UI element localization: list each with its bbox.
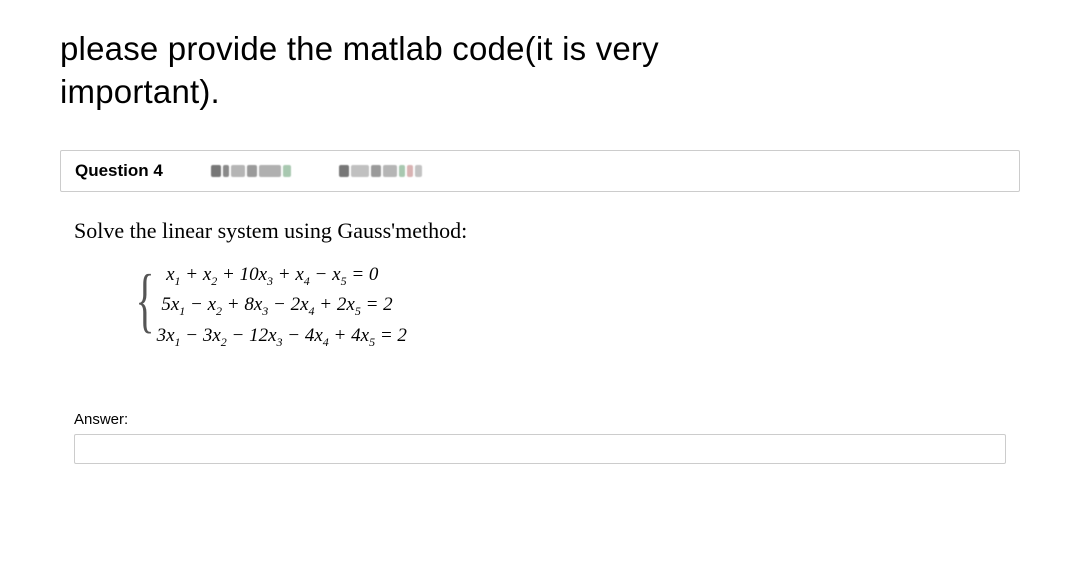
question-prompt: Solve the linear system using Gauss'meth… [74,218,1006,244]
question-label: Question 4 [75,161,163,181]
equation-3: 3x1 − 3x2 − 12x3 − 4x4 + 4x5 = 2 [157,321,407,351]
redacted-strip-2 [339,165,422,177]
intro-line-2: important). [60,73,220,110]
answer-input[interactable] [74,434,1006,464]
answer-label: Answer: [74,411,1006,428]
intro-line-1: please provide the matlab code(it is ver… [60,30,659,67]
question-header-box: Question 4 [60,150,1020,192]
intro-text: please provide the matlab code(it is ver… [60,28,1020,114]
equation-system: { x1 + x2 + 10x3 + x4 − x5 = 0 5x1 − x2 … [120,260,407,351]
left-brace-icon: { [136,257,155,348]
redacted-strip-1 [211,165,291,177]
equation-2: 5x1 − x2 + 8x3 − 2x4 + 2x5 = 2 [157,290,407,320]
equation-1: x1 + x2 + 10x3 + x4 − x5 = 0 [157,260,407,290]
